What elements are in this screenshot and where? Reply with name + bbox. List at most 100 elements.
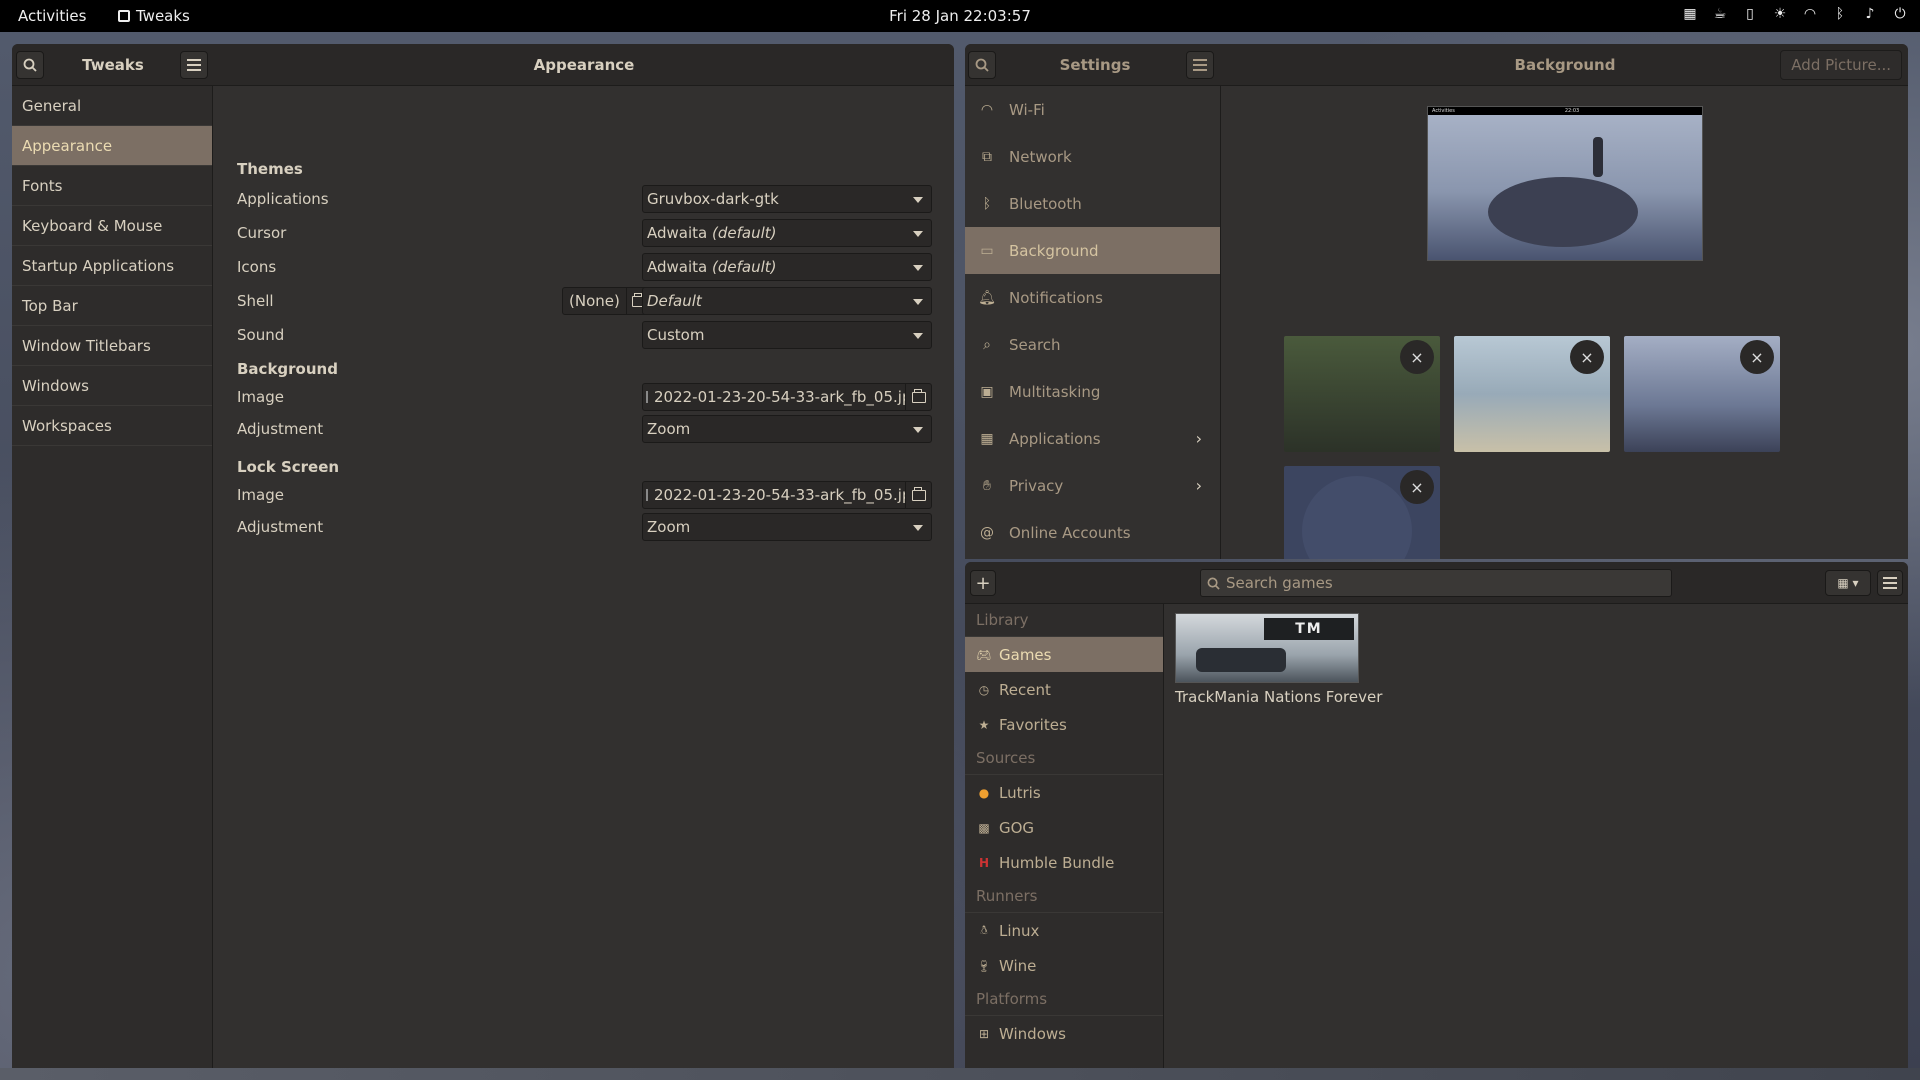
cursor-theme-select[interactable]: Adwaita (default) — [642, 219, 932, 247]
clipboard-icon[interactable]: ▯ — [1742, 6, 1758, 22]
applications-theme-value: Gruvbox-dark-gtk — [647, 190, 779, 208]
clock-container: Fri 28 Jan 22:03:57 — [0, 7, 1920, 25]
sidebar-item-window-titlebars[interactable]: Window Titlebars — [12, 326, 212, 366]
sidebar-item-top-bar[interactable]: Top Bar — [12, 286, 212, 326]
sidebar-item-online-accounts[interactable]: @ Online Accounts — [965, 509, 1220, 556]
sidebar-item-fonts[interactable]: Fonts — [12, 166, 212, 206]
search-games-input[interactable]: Search games — [1200, 569, 1672, 597]
network-icon: ⧉ — [982, 148, 992, 165]
lutris-menu-button[interactable] — [1877, 570, 1903, 596]
preview-clock-label: 22:03 — [1564, 108, 1580, 114]
sidebar-item-notifications[interactable]: 🔔︎ Notifications — [965, 274, 1220, 321]
tweaks-window: Tweaks Appearance General Appearance Fon… — [12, 44, 954, 1068]
lockscreen-image-chooser[interactable]: 2022-01-23-20-54-33-ark_fb_05.jpg — [642, 481, 932, 509]
themes-heading: Themes — [237, 160, 303, 178]
dropdown-arrow-icon — [913, 525, 923, 531]
settings-menu-button[interactable] — [1186, 51, 1214, 79]
sidebar-item-general[interactable]: General — [12, 86, 212, 126]
bluetooth-status-icon[interactable]: ᛒ — [1832, 6, 1848, 22]
activities-button[interactable]: Activities — [18, 7, 86, 25]
sidebar-item-humble-bundle[interactable]: H Humble Bundle — [965, 845, 1163, 880]
sidebar-item-label: Windows — [999, 1024, 1066, 1043]
lockscreen-adjustment-value: Zoom — [647, 518, 691, 536]
remove-wallpaper-button[interactable]: × — [1570, 340, 1604, 374]
gnome-top-bar: Activities Tweaks Fri 28 Jan 22:03:57 ▦ … — [0, 0, 1920, 32]
preview-top-bar: Activities 22:03 — [1428, 107, 1702, 115]
wallpaper-thumbnail[interactable]: × — [1284, 466, 1440, 559]
apps-grid-icon: ▦ — [980, 430, 994, 447]
background-image-chooser[interactable]: 2022-01-23-20-54-33-ark_fb_05.jpg — [642, 383, 932, 411]
tweaks-app-icon — [118, 10, 130, 22]
tweaks-menu-button[interactable] — [180, 51, 208, 79]
sidebar-item-applications[interactable]: ▦ Applications › — [965, 415, 1220, 462]
game-logo: TM — [1264, 618, 1354, 640]
shell-theme-select[interactable]: Default — [642, 287, 932, 315]
view-toggle-button[interactable]: ▦ ▾ — [1825, 570, 1871, 596]
volume-icon[interactable]: ♪ — [1862, 6, 1878, 22]
sidebar-item-privacy[interactable]: ✋︎ Privacy › — [965, 462, 1220, 509]
sidebar-item-windows[interactable]: Windows — [12, 366, 212, 406]
game-cover-car — [1196, 648, 1286, 672]
applications-theme-select[interactable]: Gruvbox-dark-gtk — [642, 185, 932, 213]
power-icon[interactable]: ⏻ — [1892, 6, 1908, 22]
sidebar-item-favorites[interactable]: ★ Favorites — [965, 707, 1163, 742]
shell-file-chooser[interactable]: (None) — [562, 287, 653, 315]
add-game-button[interactable]: + — [970, 570, 996, 596]
sidebar-item-wine[interactable]: 🍷︎ Wine — [965, 948, 1163, 983]
remove-wallpaper-button[interactable]: × — [1740, 340, 1774, 374]
clock-icon: ◷ — [978, 682, 990, 697]
sidebar-item-label: Wine — [999, 956, 1037, 975]
coffee-icon[interactable]: ☕ — [1712, 6, 1728, 22]
dropdown-arrow-icon — [913, 231, 923, 237]
image-file-icon — [646, 489, 648, 501]
sound-theme-select[interactable]: Custom — [642, 321, 932, 349]
wifi-status-icon[interactable]: ◠ — [1802, 6, 1818, 22]
add-picture-button[interactable]: Add Picture... — [1780, 50, 1902, 80]
sidebar-item-label: Lutris — [999, 783, 1041, 802]
windows-icon: ⊞ — [978, 1026, 990, 1041]
tweaks-search-button[interactable] — [16, 51, 44, 79]
remove-wallpaper-button[interactable]: × — [1400, 470, 1434, 504]
sidebar-item-games[interactable]: 🎮︎ Games — [965, 637, 1163, 672]
sidebar-item-label: Search — [1009, 335, 1061, 354]
icons-theme-select[interactable]: Adwaita (default) — [642, 253, 932, 281]
sound-theme-label: Sound — [237, 326, 285, 344]
sidebar-item-linux[interactable]: 🐧︎ Linux — [965, 913, 1163, 948]
wallpaper-thumbnail[interactable]: × — [1624, 336, 1780, 452]
background-adjustment-select[interactable]: Zoom — [642, 415, 932, 443]
runners-heading: Runners — [965, 880, 1163, 913]
sidebar-item-startup-applications[interactable]: Startup Applications — [12, 246, 212, 286]
lockscreen-adjustment-select[interactable]: Zoom — [642, 513, 932, 541]
sidebar-item-lutris[interactable]: ● Lutris — [965, 775, 1163, 810]
background-image-filename: 2022-01-23-20-54-33-ark_fb_05.jpg — [643, 388, 905, 406]
gog-icon: ▩ — [978, 820, 990, 835]
sidebar-item-network[interactable]: ⧉ Network — [965, 133, 1220, 180]
sidebar-item-windows[interactable]: ⊞ Windows — [965, 1016, 1163, 1051]
sidebar-item-wifi[interactable]: ◠ Wi-Fi — [965, 86, 1220, 133]
sidebar-item-label: GOG — [999, 818, 1035, 837]
lockscreen-image-open-button[interactable] — [905, 482, 931, 508]
lutris-icon: ● — [978, 785, 990, 800]
sidebar-item-background[interactable]: ▭ Background — [965, 227, 1220, 274]
wallpaper-thumbnail[interactable]: × — [1454, 336, 1610, 452]
sidebar-item-multitasking[interactable]: ▣ Multitasking — [965, 368, 1220, 415]
wallpaper-thumbnail[interactable]: × — [1284, 336, 1440, 452]
sidebar-item-appearance[interactable]: Appearance — [12, 126, 212, 166]
tweaks-sidebar-title: Tweaks — [82, 56, 144, 74]
brightness-icon[interactable]: ☀ — [1772, 6, 1788, 22]
sidebar-item-search[interactable]: ⌕ Search — [965, 321, 1220, 368]
sidebar-item-label: Privacy — [1009, 476, 1064, 495]
sidebar-item-keyboard-mouse[interactable]: Keyboard & Mouse — [12, 206, 212, 246]
sidebar-item-workspaces[interactable]: Workspaces — [12, 406, 212, 446]
clock[interactable]: Fri 28 Jan 22:03:57 — [889, 7, 1031, 25]
sidebar-item-bluetooth[interactable]: ᛒ Bluetooth — [965, 180, 1220, 227]
layout-icon[interactable]: ▦ — [1682, 6, 1698, 22]
sidebar-item-gog[interactable]: ▩ GOG — [965, 810, 1163, 845]
settings-search-button[interactable] — [968, 51, 996, 79]
game-card[interactable]: TM TrackMania Nations Forever — [1175, 613, 1382, 706]
background-image-open-button[interactable] — [905, 384, 931, 410]
search-icon — [1207, 577, 1220, 590]
remove-wallpaper-button[interactable]: × — [1400, 340, 1434, 374]
app-menu[interactable]: Tweaks — [118, 7, 190, 25]
sidebar-item-recent[interactable]: ◷ Recent — [965, 672, 1163, 707]
